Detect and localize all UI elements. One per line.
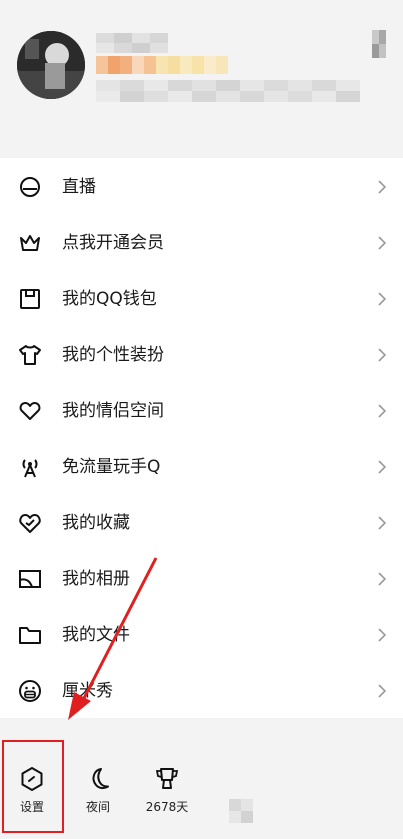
chevron-right-icon [378, 628, 387, 642]
album-icon [19, 570, 41, 588]
menu-item-wallet[interactable]: 我的QQ钱包 [0, 271, 403, 327]
qq-days-label: 2678天 [145, 800, 189, 814]
profile-header[interactable] [0, 0, 403, 158]
live-icon [20, 177, 40, 197]
chevron-right-icon [378, 404, 387, 418]
chevron-right-icon [378, 292, 387, 306]
avatar[interactable] [17, 31, 85, 99]
weather-blur[interactable] [229, 799, 253, 823]
menu-item-label: 点我开通会员 [62, 233, 164, 253]
menu-item-label: 我的相册 [62, 569, 130, 589]
chevron-right-icon [378, 684, 387, 698]
chevron-right-icon [378, 516, 387, 530]
menu-item-couple-space[interactable]: 我的情侣空间 [0, 383, 403, 439]
chevron-right-icon [378, 180, 387, 194]
crown-icon [20, 235, 40, 251]
night-mode-button[interactable]: 夜间 [68, 766, 128, 815]
qq-days-button[interactable]: 2678天 [137, 766, 197, 815]
chevron-right-icon [378, 348, 387, 362]
wallet-icon [20, 289, 40, 309]
menu-item-label: 厘米秀 [62, 681, 113, 701]
chevron-right-icon [378, 572, 387, 586]
menu-item-label: 我的情侣空间 [62, 401, 164, 421]
menu-item-favorites[interactable]: 我的收藏 [0, 495, 403, 551]
menu-item-free-data[interactable]: 免流量玩手Q [0, 439, 403, 495]
menu-item-label: 我的个性装扮 [62, 345, 164, 365]
menu-item-label: 我的QQ钱包 [62, 289, 157, 309]
menu-item-files[interactable]: 我的文件 [0, 607, 403, 663]
qr-code-icon[interactable] [372, 30, 386, 58]
nickname-blur [96, 33, 168, 53]
menu-item-album[interactable]: 我的相册 [0, 551, 403, 607]
chevron-right-icon [378, 236, 387, 250]
menu-item-label: 我的文件 [62, 625, 130, 645]
menu-item-label: 直播 [62, 177, 96, 197]
favorite-icon [19, 514, 41, 533]
folder-icon [19, 627, 41, 644]
shirt-icon [19, 345, 41, 365]
cmshow-icon [19, 680, 41, 702]
highlight-box [2, 740, 64, 833]
menu-item-vip[interactable]: 点我开通会员 [0, 215, 403, 271]
menu-item-dressup[interactable]: 我的个性装扮 [0, 327, 403, 383]
heart-icon [19, 402, 41, 420]
signature-blur [96, 80, 360, 102]
night-mode-label: 夜间 [85, 800, 110, 814]
avatar-image [17, 31, 85, 99]
vip-badges-blur [96, 56, 228, 74]
menu-item-cmshow[interactable]: 厘米秀 [0, 663, 403, 719]
drawer-menu: 直播 点我开通会员 我的QQ钱包 我的个性装扮 我的情侣空间 免流量玩手Q 我的… [0, 158, 403, 718]
menu-item-label: 我的收藏 [62, 513, 130, 533]
menu-item-label: 免流量玩手Q [62, 457, 161, 477]
moon-icon [92, 768, 109, 790]
trophy-icon [155, 768, 179, 789]
antenna-icon [22, 459, 38, 478]
menu-item-live[interactable]: 直播 [0, 159, 403, 215]
chevron-right-icon [378, 460, 387, 474]
